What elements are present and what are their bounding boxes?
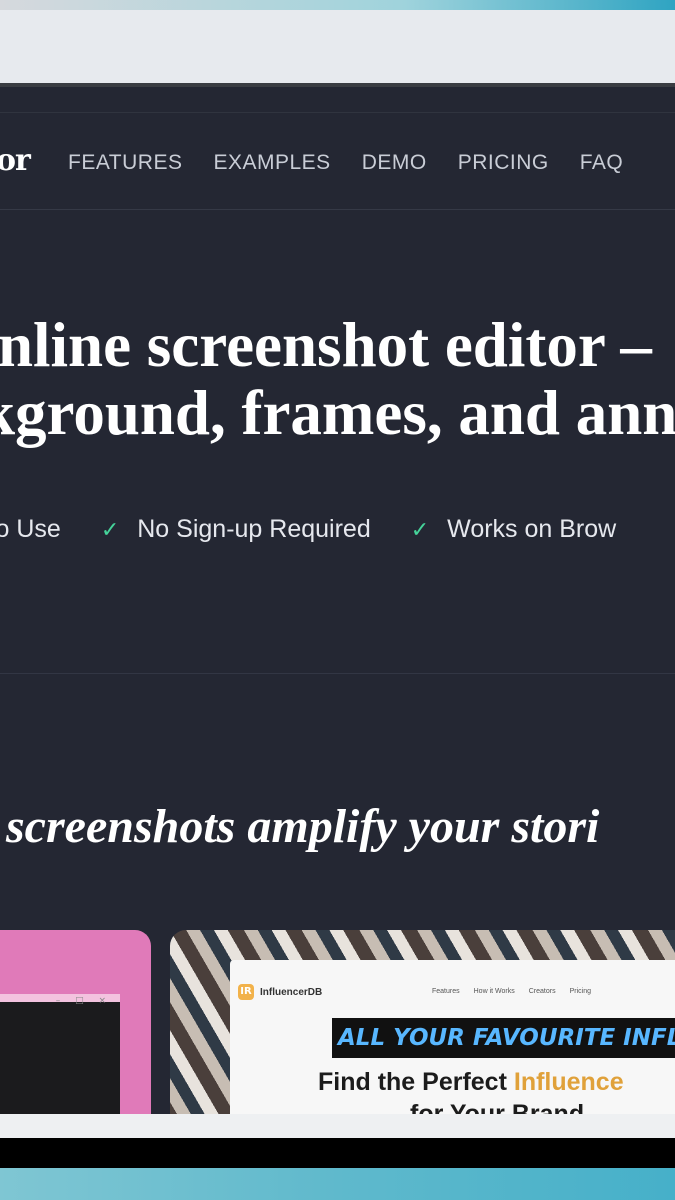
mock-headline-line-2: for Your Brand [410,1100,585,1114]
mock-nav-item: How it Works [473,988,515,995]
brand-logo[interactable]: or [0,143,31,178]
feature-label: y To Use [0,515,61,543]
browser-toolbar [0,10,675,83]
mock-banner: ALL YOUR FAVOURITE INFLUENCERS [332,1018,675,1058]
nav-link-features[interactable]: FEATURES [68,151,182,175]
top-strip [0,0,675,10]
mock-nav-item: Pricing [569,988,591,995]
browser-bottom-bar [0,1114,675,1138]
mock-site-brand: InfluencerDB [260,986,323,998]
hero-title-line-1: nline screenshot editor – [0,310,652,380]
feature-label: Works on Brow [447,515,617,543]
mock-headline-highlight: Influence [513,1068,624,1096]
mock-site-logo-icon: IR [238,984,254,1000]
nav-link-pricing[interactable]: PRICING [458,151,549,175]
nav-links: FEATURES EXAMPLES DEMO PRICING FAQ [68,151,654,175]
feature-list: y To Use ✓ No Sign-up Required ✓ Works o… [0,515,656,544]
feature-item: ✓ Works on Brow [411,515,616,544]
mock-headline-text: Find the Perfect [318,1068,514,1096]
nav-link-examples[interactable]: EXAMPLES [213,151,330,175]
feature-item: ✓ No Sign-up Required [101,515,371,544]
mock-site-header: IR InfluencerDB [238,984,322,1000]
nav-link-demo[interactable]: DEMO [362,151,427,175]
mock-headline: Find the Perfect Influence [318,1068,624,1097]
top-nav: or FEATURES EXAMPLES DEMO PRICING FAQ [0,112,675,210]
mock-nav-item: Creators [528,988,556,995]
mock-website-screenshot: IR InfluencerDB Features How it Works Cr… [230,960,675,1114]
showcase-card-photo[interactable]: IR InfluencerDB Features How it Works Cr… [170,930,675,1114]
section-tagline: screenshots amplify your stori [6,800,600,853]
check-icon: ✓ [100,516,120,542]
section-divider [0,673,675,674]
feature-item: y To Use [0,515,61,544]
check-icon: ✓ [410,516,430,542]
hero-title-line-2: kground, frames, and ann [0,378,675,448]
showcase-card-pink[interactable]: – □ × [0,930,151,1114]
feature-label: No Sign-up Required [137,515,371,543]
web-page: or FEATURES EXAMPLES DEMO PRICING FAQ nl… [0,87,675,1114]
mock-nav-item: Features [432,988,460,995]
window-controls: – □ × [55,996,112,1006]
mock-site-nav: Features How it Works Creators Pricing [432,988,605,995]
taskbar [0,1138,675,1168]
nav-link-faq[interactable]: FAQ [580,151,624,175]
hero-title: nline screenshot editor – kground, frame… [0,311,675,447]
mock-window: – □ × [0,994,120,1114]
